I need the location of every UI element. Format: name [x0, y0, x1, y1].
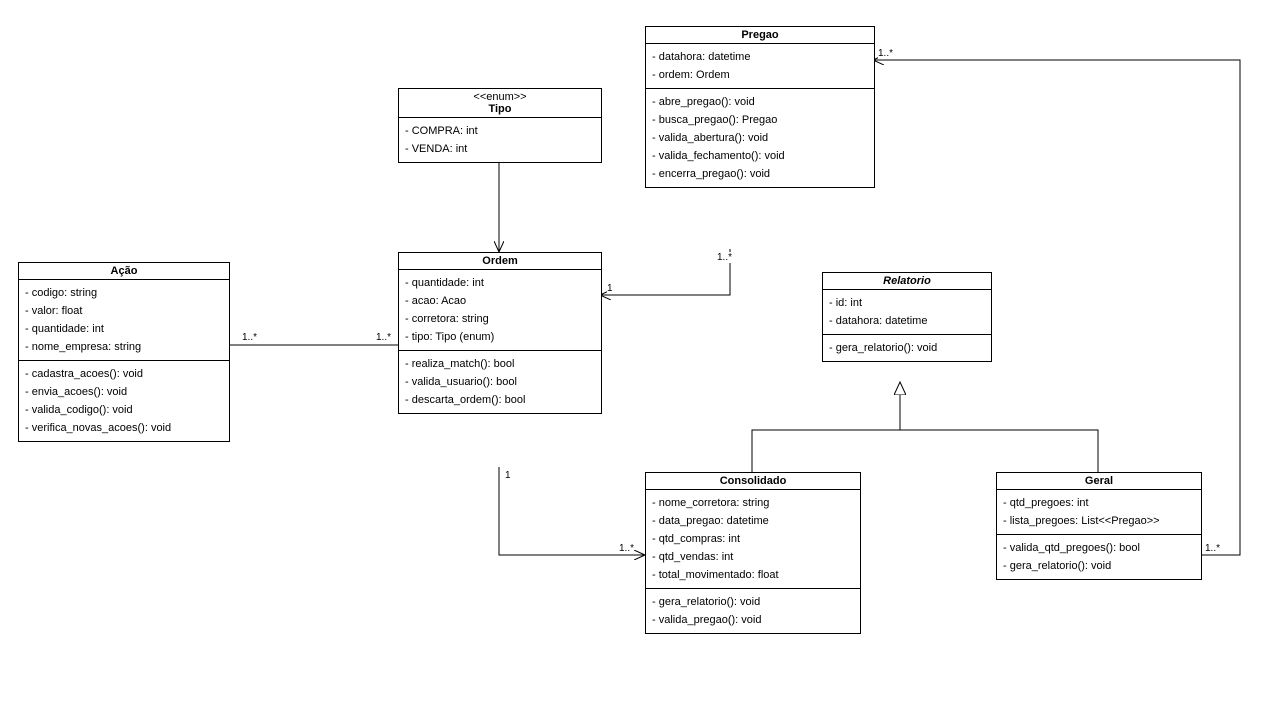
- attr: - codigo: string: [25, 284, 223, 302]
- attr: - id: int: [829, 294, 985, 312]
- class-consolidado: Consolidado - nome_corretora: string - d…: [645, 472, 861, 634]
- class-acao-ops: - cadastra_acoes(): void - envia_acoes()…: [19, 360, 229, 441]
- class-geral: Geral - qtd_pregoes: int - lista_pregoes…: [996, 472, 1202, 580]
- attr: - VENDA: int: [405, 140, 595, 158]
- mult-ordem-pregao-pregao: 1..*: [717, 252, 732, 263]
- class-ordem: Ordem - quantidade: int - acao: Acao - c…: [398, 252, 602, 414]
- class-relatorio-ops: - gera_relatorio(): void: [823, 334, 991, 361]
- mult-ordem-cons-cons: 1..*: [619, 543, 634, 554]
- class-acao: Ação - codigo: string - valor: float - q…: [18, 262, 230, 442]
- op: - valida_codigo(): void: [25, 401, 223, 419]
- class-pregao-ops: - abre_pregao(): void - busca_pregao(): …: [646, 88, 874, 187]
- class-geral-attrs: - qtd_pregoes: int - lista_pregoes: List…: [997, 489, 1201, 534]
- class-ordem-title: Ordem: [399, 253, 601, 269]
- class-tipo-title: Tipo: [399, 103, 601, 117]
- op: - gera_relatorio(): void: [1003, 557, 1195, 575]
- mult-geral-pregao-geral: 1..*: [1205, 543, 1220, 554]
- mult-geral-pregao-pregao: 1..*: [878, 48, 893, 59]
- mult-ordem-pregao-ordem: 1: [607, 283, 613, 294]
- op: - verifica_novas_acoes(): void: [25, 419, 223, 437]
- attr: - qtd_vendas: int: [652, 548, 854, 566]
- class-consolidado-title: Consolidado: [646, 473, 860, 489]
- op: - valida_qtd_pregoes(): bool: [1003, 539, 1195, 557]
- edge-pregao-ordem: [600, 249, 730, 295]
- edge-ordem-consolidado: [499, 467, 645, 555]
- attr: - COMPRA: int: [405, 122, 595, 140]
- op: - valida_usuario(): bool: [405, 373, 595, 391]
- op: - cadastra_acoes(): void: [25, 365, 223, 383]
- class-tipo-stereotype: <<enum>>: [399, 89, 601, 103]
- attr: - valor: float: [25, 302, 223, 320]
- attr: - tipo: Tipo (enum): [405, 328, 595, 346]
- attr: - acao: Acao: [405, 292, 595, 310]
- mult-acao-ordem-right: 1..*: [376, 332, 391, 343]
- class-consolidado-ops: - gera_relatorio(): void - valida_pregao…: [646, 588, 860, 633]
- op: - abre_pregao(): void: [652, 93, 868, 111]
- op: - descarta_ordem(): bool: [405, 391, 595, 409]
- attr: - corretora: string: [405, 310, 595, 328]
- class-geral-ops: - valida_qtd_pregoes(): bool - gera_rela…: [997, 534, 1201, 579]
- class-acao-title: Ação: [19, 263, 229, 279]
- attr: - nome_empresa: string: [25, 338, 223, 356]
- op: - realiza_match(): bool: [405, 355, 595, 373]
- attr: - qtd_pregoes: int: [1003, 494, 1195, 512]
- attr: - datahora: datetime: [652, 48, 868, 66]
- mult-acao-ordem-left: 1..*: [242, 332, 257, 343]
- mult-ordem-cons-ordem: 1: [505, 470, 511, 481]
- class-tipo-attrs: - COMPRA: int - VENDA: int: [399, 117, 601, 162]
- edge-geral-up: [900, 430, 1098, 472]
- op: - valida_pregao(): void: [652, 611, 854, 629]
- op: - gera_relatorio(): void: [652, 593, 854, 611]
- attr: - lista_pregoes: List<<Pregao>>: [1003, 512, 1195, 530]
- attr: - quantidade: int: [405, 274, 595, 292]
- class-pregao-title: Pregao: [646, 27, 874, 43]
- class-relatorio: Relatorio - id: int - datahora: datetime…: [822, 272, 992, 362]
- attr: - datahora: datetime: [829, 312, 985, 330]
- class-pregao: Pregao - datahora: datetime - ordem: Ord…: [645, 26, 875, 188]
- attr: - data_pregao: datetime: [652, 512, 854, 530]
- class-consolidado-attrs: - nome_corretora: string - data_pregao: …: [646, 489, 860, 588]
- op: - gera_relatorio(): void: [829, 339, 985, 357]
- op: - encerra_pregao(): void: [652, 165, 868, 183]
- attr: - ordem: Ordem: [652, 66, 868, 84]
- attr: - qtd_compras: int: [652, 530, 854, 548]
- op: - busca_pregao(): Pregao: [652, 111, 868, 129]
- class-acao-attrs: - codigo: string - valor: float - quanti…: [19, 279, 229, 360]
- edge-consolidado-up: [752, 430, 900, 472]
- class-tipo: <<enum>> Tipo - COMPRA: int - VENDA: int: [398, 88, 602, 163]
- op: - envia_acoes(): void: [25, 383, 223, 401]
- class-geral-title: Geral: [997, 473, 1201, 489]
- attr: - nome_corretora: string: [652, 494, 854, 512]
- attr: - quantidade: int: [25, 320, 223, 338]
- attr: - total_movimentado: float: [652, 566, 854, 584]
- op: - valida_fechamento(): void: [652, 147, 868, 165]
- op: - valida_abertura(): void: [652, 129, 868, 147]
- class-pregao-attrs: - datahora: datetime - ordem: Ordem: [646, 43, 874, 88]
- class-relatorio-attrs: - id: int - datahora: datetime: [823, 289, 991, 334]
- class-ordem-ops: - realiza_match(): bool - valida_usuario…: [399, 350, 601, 413]
- class-ordem-attrs: - quantidade: int - acao: Acao - correto…: [399, 269, 601, 350]
- class-relatorio-title: Relatorio: [823, 273, 991, 289]
